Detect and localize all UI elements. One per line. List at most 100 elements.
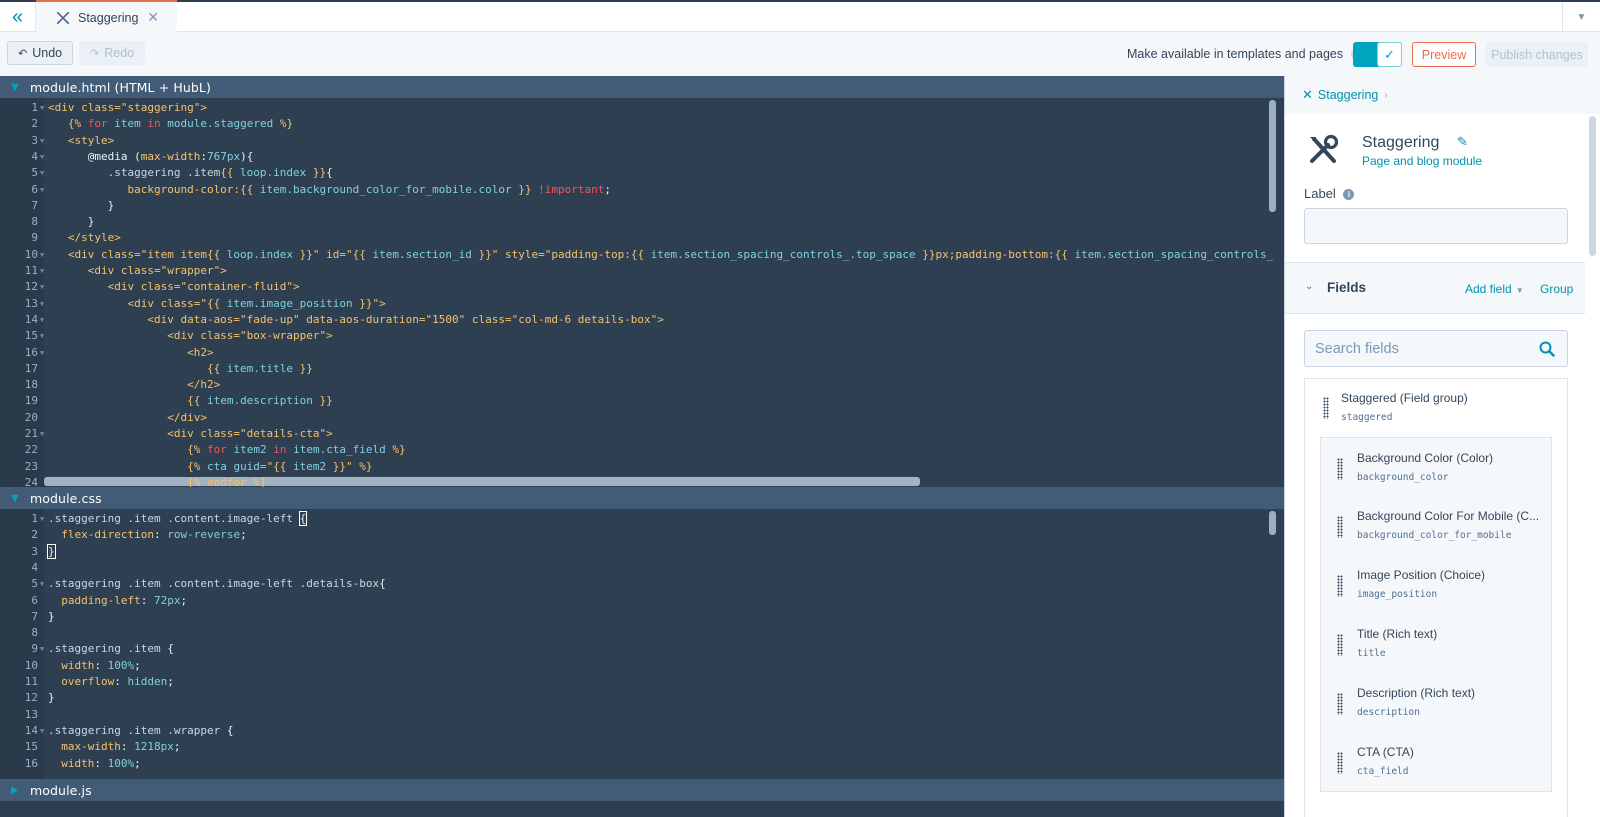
drag-handle-icon[interactable]: [1337, 516, 1343, 538]
code-line[interactable]: 8: [0, 625, 1284, 642]
code-line[interactable]: 2 flex-direction: row-reverse;: [0, 527, 1284, 544]
publish-changes-button[interactable]: Publish changes: [1486, 42, 1588, 67]
code-line[interactable]: 2 {% for item in module.staggered %}: [0, 116, 1284, 133]
field-item[interactable]: CTA (CTA) cta_field: [1320, 732, 1552, 792]
fold-arrow-icon[interactable]: ▼: [40, 576, 44, 593]
css-pane-header[interactable]: ▼ module.css: [0, 487, 1284, 509]
code-line[interactable]: 17 {{ item.title }}: [0, 361, 1284, 378]
code-line[interactable]: 14 ▼ <div data-aos="fade-up" data-aos-dur…: [0, 312, 1284, 329]
code-line[interactable]: 4: [0, 560, 1284, 577]
fold-arrow-icon[interactable]: ▼: [40, 149, 44, 166]
code-line[interactable]: 12 ▼ <div class="container-fluid">: [0, 279, 1284, 296]
sidebar-scrollbar[interactable]: [1589, 116, 1596, 256]
code-line[interactable]: 4 ▼ @media (max-width:767px){: [0, 149, 1284, 166]
code-line[interactable]: 11 ▼ <div class="wrapper">: [0, 263, 1284, 280]
fold-arrow-icon[interactable]: ▼: [40, 511, 44, 528]
close-icon[interactable]: ✕: [147, 9, 159, 26]
chevron-down-icon[interactable]: ⌄: [1305, 281, 1313, 292]
fold-arrow-icon[interactable]: ▼: [40, 345, 44, 362]
pencil-icon[interactable]: ✎: [1457, 134, 1468, 150]
html-code-editor[interactable]: 1 ▼ <div class="staggering"> 2 {% for item …: [0, 98, 1284, 487]
breadcrumb[interactable]: ✕ Staggering ›: [1285, 76, 1600, 114]
fold-arrow-icon[interactable]: ▼: [40, 263, 44, 280]
field-item[interactable]: Description (Rich text) description: [1320, 673, 1552, 733]
html-pane-header[interactable]: ▼ module.html (HTML + HubL): [0, 76, 1284, 98]
fold-arrow-icon[interactable]: ▼: [40, 100, 44, 117]
availability-toggle[interactable]: ✓: [1353, 42, 1402, 67]
drag-handle-icon[interactable]: [1337, 634, 1343, 656]
field-item[interactable]: Background Color (Color) background_color: [1320, 437, 1552, 497]
code-line[interactable]: 3}: [0, 543, 1284, 561]
js-pane-header[interactable]: ▶ module.js: [0, 779, 1284, 801]
code-line[interactable]: 1 ▼ <div class="staggering">: [0, 100, 1284, 117]
code-line[interactable]: 22 {% for item2 in item.cta_field %}: [0, 442, 1284, 459]
preview-button[interactable]: Preview: [1412, 42, 1476, 67]
fold-arrow-icon[interactable]: ▼: [40, 426, 44, 443]
search-input[interactable]: [1305, 331, 1525, 366]
fold-arrow-icon[interactable]: ▼: [40, 312, 44, 329]
code-line[interactable]: 12}: [0, 690, 1284, 707]
tab-menu-button[interactable]: ▼: [1562, 2, 1600, 32]
drag-handle-icon[interactable]: [1323, 397, 1329, 419]
code-line[interactable]: 5 ▼ .staggering .item{{ loop.index }}{: [0, 165, 1284, 182]
fold-arrow-icon[interactable]: ▼: [40, 723, 44, 740]
code-line[interactable]: 7 }: [0, 198, 1284, 215]
fold-arrow-icon[interactable]: ▼: [40, 133, 44, 150]
code-line[interactable]: 18 </h2>: [0, 377, 1284, 394]
code-line[interactable]: 7}: [0, 609, 1284, 626]
redo-button[interactable]: ↷ Redo: [79, 41, 145, 65]
tab-staggering[interactable]: Staggering ✕: [36, 0, 177, 33]
code-line[interactable]: 14 ▼ .staggering .item .wrapper {: [0, 723, 1284, 740]
css-code-editor[interactable]: 1 ▼ .staggering .item .content.image-left …: [0, 509, 1284, 779]
undo-button[interactable]: ↶ Undo: [7, 41, 73, 65]
drag-handle-icon[interactable]: [1337, 693, 1343, 715]
code-text: <style>: [48, 133, 114, 150]
fold-arrow-icon[interactable]: ▼: [40, 165, 44, 182]
drag-handle-icon[interactable]: [1337, 575, 1343, 597]
field-item[interactable]: Title (Rich text) title: [1320, 614, 1552, 674]
field-item[interactable]: Background Color For Mobile (C... backgro…: [1320, 496, 1552, 556]
collapse-sidebar-button[interactable]: «: [0, 2, 36, 32]
code-line[interactable]: 1 ▼ .staggering .item .content.image-left …: [0, 511, 1284, 528]
code-line[interactable]: 11 overflow: hidden;: [0, 674, 1284, 691]
fold-arrow-icon[interactable]: ▼: [40, 279, 44, 296]
add-field-button[interactable]: Add field ▼: [1465, 282, 1524, 296]
group-button[interactable]: Group: [1540, 282, 1573, 296]
info-icon[interactable]: i: [1343, 189, 1355, 201]
code-line[interactable]: 23 {% cta guid="{{ item2 }}" %}: [0, 459, 1284, 476]
code-line[interactable]: 15 max-width: 1218px;: [0, 739, 1284, 756]
code-line[interactable]: 6 ▼ background-color:{{ item.background_c…: [0, 182, 1284, 199]
field-group-item[interactable]: Staggered (Field group) staggered: [1305, 379, 1567, 437]
fold-arrow-icon[interactable]: ▼: [40, 641, 44, 658]
drag-handle-icon[interactable]: [1337, 458, 1343, 480]
code-line[interactable]: 19 {{ item.description }}: [0, 393, 1284, 410]
code-line[interactable]: 21 ▼ <div class="details-cta">: [0, 426, 1284, 443]
code-token: {%: [48, 459, 201, 473]
code-line[interactable]: 20 </div>: [0, 410, 1284, 427]
availability-label: Make available in templates and pages i: [1127, 47, 1362, 61]
drag-handle-icon[interactable]: [1337, 752, 1343, 774]
code-line[interactable]: 9 </style>: [0, 230, 1284, 247]
code-line[interactable]: 16 ▼ <h2>: [0, 345, 1284, 362]
code-line[interactable]: 16 width: 100%;: [0, 756, 1284, 773]
field-item[interactable]: Image Position (Choice) image_position: [1320, 555, 1552, 615]
code-line[interactable]: 13 ▼ <div class="{{ item.image_position }…: [0, 296, 1284, 313]
label-input[interactable]: [1304, 208, 1568, 244]
code-line[interactable]: 15 ▼ <div class="box-wrapper">: [0, 328, 1284, 345]
code-line[interactable]: 13: [0, 707, 1284, 724]
code-line[interactable]: 8 }: [0, 214, 1284, 231]
code-line[interactable]: 24 {% endfor %}: [0, 475, 1284, 487]
code-line[interactable]: 6 padding-left: 72px;: [0, 593, 1284, 610]
code-line[interactable]: 3 ▼ <style>: [0, 133, 1284, 150]
breadcrumb-label[interactable]: Staggering: [1318, 88, 1378, 102]
fold-arrow-icon[interactable]: ▼: [40, 247, 44, 264]
code-line[interactable]: 5 ▼ .staggering .item .content.image-left …: [0, 576, 1284, 593]
search-icon[interactable]: [1539, 341, 1555, 357]
fold-arrow-icon[interactable]: ▼: [40, 182, 44, 199]
module-sidebar: ✕ Staggering › Staggering ✎ Page and blo…: [1284, 76, 1600, 817]
code-line[interactable]: 10 width: 100%;: [0, 658, 1284, 675]
code-line[interactable]: 10 ▼ <div class="item item{{ loop.index }…: [0, 247, 1284, 264]
code-line[interactable]: 9 ▼ .staggering .item {: [0, 641, 1284, 658]
fold-arrow-icon[interactable]: ▼: [40, 296, 44, 313]
fold-arrow-icon[interactable]: ▼: [40, 328, 44, 345]
